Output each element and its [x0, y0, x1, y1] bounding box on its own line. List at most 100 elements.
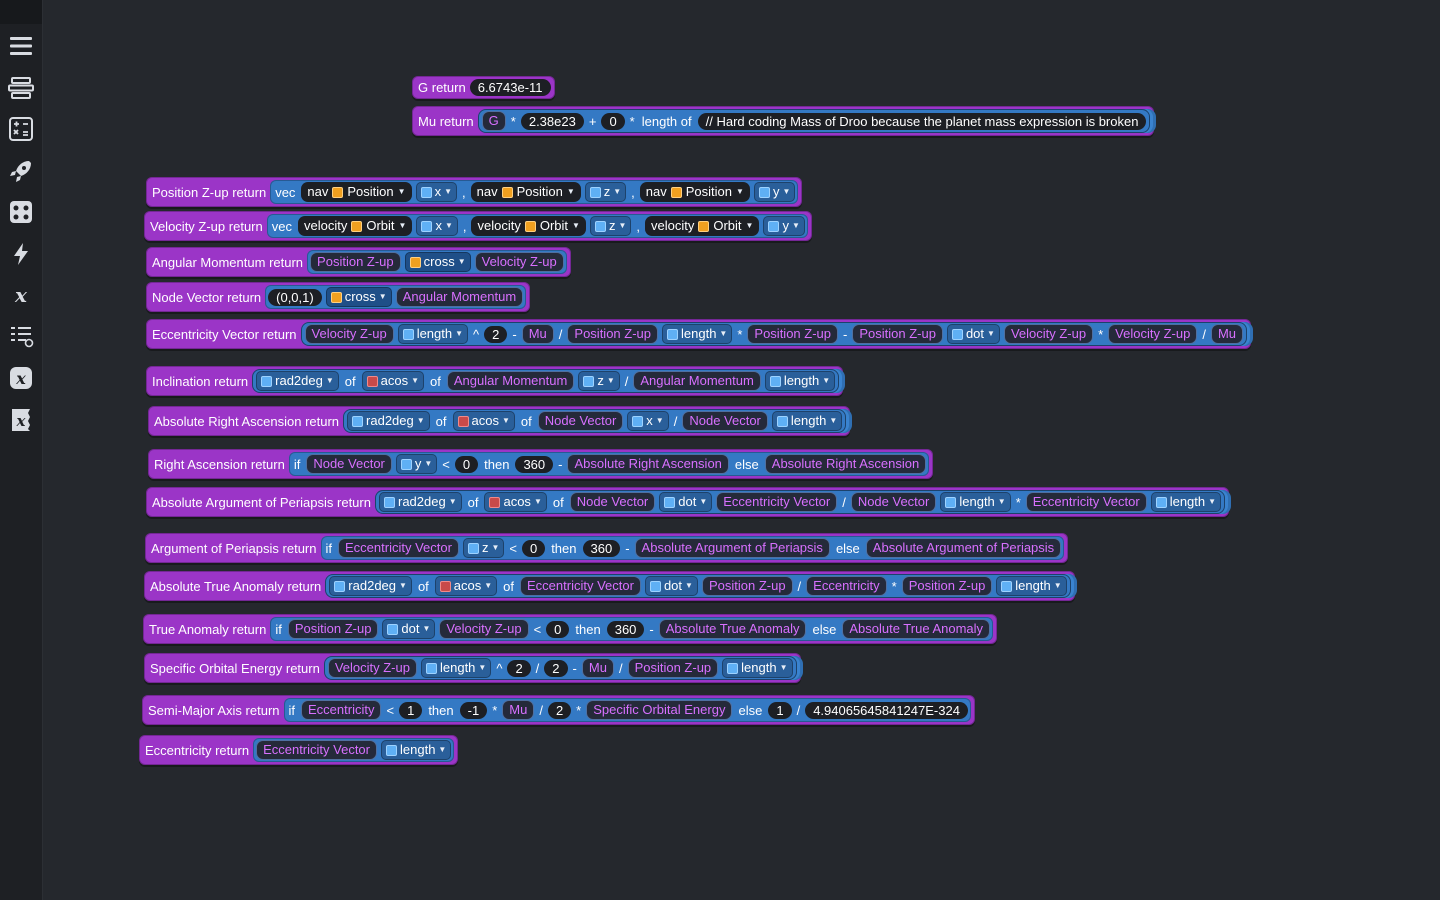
number-icon: [667, 328, 678, 340]
axis-select[interactable]: x ▼: [415, 182, 457, 202]
acos-select[interactable]: acos ▼: [484, 492, 547, 512]
nav-position-y[interactable]: nav Position ▼: [639, 182, 750, 202]
length-select[interactable]: length ▼: [420, 658, 492, 678]
velocity-orbit-z[interactable]: velocity Orbit ▼: [471, 216, 586, 236]
axis-select[interactable]: x ▼: [416, 216, 458, 236]
block-right-ascension[interactable]: Right Ascension return if Node Vector y ▼…: [148, 449, 934, 479]
controller-icon[interactable]: [7, 198, 35, 226]
axis-select[interactable]: y ▼: [763, 216, 805, 236]
dot-select[interactable]: dot ▼: [946, 324, 1000, 344]
comment[interactable]: // Hard coding Mass of Droo because the …: [697, 112, 1147, 130]
length-select[interactable]: length ▼: [996, 576, 1067, 596]
block-true-anomaly[interactable]: True Anomaly return if Position Z-up dot…: [143, 614, 998, 644]
velocity-orbit-x[interactable]: velocity Orbit ▼: [297, 216, 413, 236]
cross-select[interactable]: cross ▼: [404, 252, 471, 272]
dot-select[interactable]: dot ▼: [659, 492, 713, 512]
number-icon: [467, 542, 479, 554]
number-icon: [727, 662, 739, 674]
literal-value[interactable]: (0,0,1): [268, 288, 322, 306]
acos-select[interactable]: acos ▼: [361, 371, 425, 391]
literal-value[interactable]: 0: [601, 112, 625, 130]
dot-select[interactable]: dot ▼: [644, 576, 698, 596]
rad2deg-select[interactable]: rad2deg ▼: [378, 492, 462, 512]
velocity-orbit-y[interactable]: velocity Orbit ▼: [644, 216, 760, 236]
number-icon: [649, 580, 661, 592]
object-icon: [524, 220, 536, 232]
block-velocity-zup[interactable]: Velocity Z-up return vec velocity Orbit ▼ …: [144, 211, 812, 241]
rad2deg-select[interactable]: rad2deg ▼: [256, 371, 339, 391]
ref-angular-momentum[interactable]: Angular Momentum: [395, 287, 524, 307]
axis-select[interactable]: z ▼: [578, 371, 620, 391]
literal-value[interactable]: 2.38e23: [520, 112, 584, 130]
block-specific-orbital-energy[interactable]: Specific Orbital Energy return Velocity …: [144, 653, 801, 683]
svg-text:x: x: [14, 283, 28, 307]
number-icon: [402, 328, 414, 340]
axis-select[interactable]: z ▼: [589, 216, 632, 236]
block-position-zup[interactable]: Position Z-up return vec nav Position ▼ x ▼…: [146, 177, 803, 207]
length-select[interactable]: length ▼: [662, 324, 733, 344]
menu-icon[interactable]: [7, 32, 35, 60]
axis-select[interactable]: y ▼: [395, 454, 438, 474]
length-select[interactable]: length ▼: [940, 492, 1011, 512]
number-icon: [632, 415, 644, 427]
block-angular-momentum[interactable]: Angular Momentum return Position Z-up cr…: [146, 247, 571, 277]
number-icon: [387, 623, 399, 635]
blocks-icon[interactable]: [7, 74, 35, 102]
object-icon: [332, 186, 344, 198]
ref-velocity[interactable]: Velocity Z-up: [474, 252, 564, 272]
block-mu[interactable]: Mu return G * 2.38e23 + 0 * length of //…: [412, 106, 1155, 136]
lightning-icon[interactable]: [7, 240, 35, 268]
block-g[interactable]: G return 6.6743e-11: [412, 76, 555, 99]
block-absolute-right-ascension[interactable]: Absolute Right Ascension return rad2deg ▼…: [148, 406, 851, 436]
cross-select[interactable]: cross ▼: [325, 287, 392, 307]
acos-select[interactable]: acos ▼: [452, 411, 515, 431]
block-eccentricity[interactable]: Eccentricity return Eccentricity Vector …: [139, 735, 459, 765]
variable-icon[interactable]: x: [7, 281, 35, 309]
length-select[interactable]: length ▼: [1150, 492, 1222, 512]
rocket-icon[interactable]: [7, 157, 35, 185]
block-semi-major-axis[interactable]: Semi-Major Axis return if Eccentricity <…: [142, 695, 975, 725]
block-argument-of-periapsis[interactable]: Argument of Periapsis return if Eccentri…: [145, 533, 1069, 563]
block-absolute-true-anomaly[interactable]: Absolute True Anomaly return rad2deg ▼ of…: [144, 571, 1075, 601]
function-icon: [489, 496, 501, 508]
number-icon: [776, 415, 788, 427]
axis-select[interactable]: x ▼: [627, 411, 669, 431]
block-absolute-argument-of-periapsis[interactable]: Absolute Argument of Periapsis return ra…: [146, 487, 1230, 517]
axis-select[interactable]: z ▼: [584, 182, 627, 202]
axis-select[interactable]: z ▼: [462, 538, 505, 558]
block-name: G: [418, 80, 429, 95]
svg-text:x: x: [15, 369, 26, 388]
length-select[interactable]: length ▼: [381, 740, 452, 760]
workspace[interactable]: G return 6.6743e-11 Mu return G * 2.38e2…: [42, 0, 1440, 900]
ref-position[interactable]: Position Z-up: [310, 252, 401, 272]
function-alt-icon[interactable]: x: [7, 406, 35, 434]
number-icon: [768, 220, 780, 232]
length-select[interactable]: length ▼: [764, 371, 836, 391]
axis-select[interactable]: y ▼: [753, 182, 796, 202]
function-icon[interactable]: x: [7, 364, 35, 392]
rad2deg-select[interactable]: rad2deg ▼: [347, 411, 430, 431]
number-icon: [945, 496, 957, 508]
block-node-vector[interactable]: Node Vector return (0,0,1) cross ▼ Angula…: [146, 282, 531, 312]
literal-value[interactable]: 6.6743e-11: [469, 79, 551, 96]
rad2deg-select[interactable]: rad2deg ▼: [329, 576, 412, 596]
dot-select[interactable]: dot ▼: [382, 619, 436, 639]
ref-g[interactable]: G: [481, 111, 506, 131]
block-inclination[interactable]: Inclination return rad2deg ▼ of acos ▼ of …: [146, 366, 844, 396]
block-eccentricity-vector[interactable]: Eccentricity Vector return Velocity Z-up…: [146, 319, 1251, 349]
number-icon: [400, 458, 412, 470]
length-select[interactable]: length ▼: [722, 658, 793, 678]
toolbar-header: [0, 0, 42, 24]
nav-position-x[interactable]: nav Position ▼: [301, 182, 412, 202]
length-select[interactable]: length ▼: [771, 411, 843, 431]
object-icon: [409, 256, 421, 268]
acos-select[interactable]: acos ▼: [434, 576, 498, 596]
math-icon[interactable]: [7, 115, 35, 143]
list-icon[interactable]: [7, 322, 35, 350]
nav-position-z[interactable]: nav Position ▼: [470, 182, 581, 202]
function-icon: [457, 415, 469, 427]
svg-text:x: x: [16, 412, 27, 430]
length-select[interactable]: length ▼: [397, 324, 469, 344]
number-icon: [758, 186, 770, 198]
object-icon: [330, 291, 342, 303]
